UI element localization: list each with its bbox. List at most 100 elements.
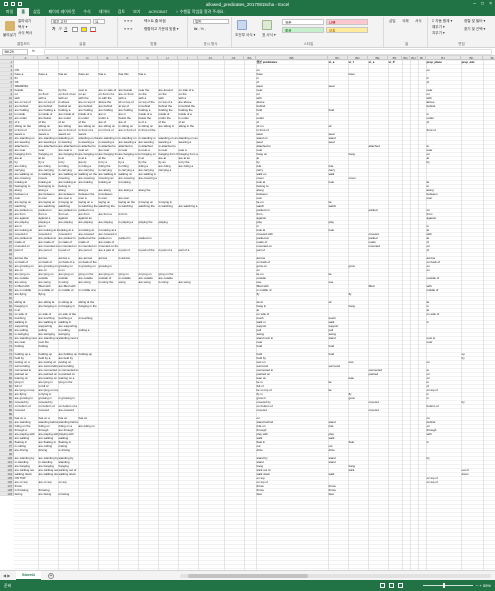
column-header[interactable]: BI [418, 56, 426, 60]
cell[interactable]: are riding on [78, 424, 98, 428]
cell[interactable]: hang [348, 152, 368, 156]
cell[interactable]: are part of [38, 248, 58, 252]
horizontal-scrollbar[interactable] [180, 574, 491, 578]
cell[interactable]: playing [158, 220, 178, 224]
cell[interactable]: are walking down [38, 472, 58, 476]
column-header[interactable]: E [98, 56, 118, 60]
cell[interactable]: part of [256, 248, 328, 252]
cell[interactable]: sit [328, 300, 348, 304]
cell[interactable]: hanging in the [78, 304, 98, 308]
cell[interactable]: wear [328, 84, 348, 88]
cell[interactable]: covered [38, 408, 58, 412]
cell[interactable]: covered [368, 400, 388, 404]
minimize-icon[interactable]: – [473, 1, 476, 7]
cell[interactable]: fly [348, 292, 368, 296]
name-box[interactable]: BK29 [2, 49, 28, 55]
cell[interactable]: by [426, 456, 461, 460]
cell[interactable]: on [426, 360, 461, 364]
font-size-select[interactable]: 11 [93, 19, 105, 24]
cell[interactable]: watch [328, 204, 348, 208]
cell[interactable]: part of [14, 248, 38, 252]
cell[interactable]: parked [368, 208, 388, 212]
cell[interactable]: are sitting in [158, 124, 178, 128]
cell[interactable]: drive [328, 448, 348, 452]
cell[interactable]: is part of a [158, 248, 178, 252]
cell[interactable]: are a part of [98, 248, 118, 252]
cell[interactable]: in [426, 396, 461, 400]
cell[interactable]: walking down [58, 472, 78, 476]
cell[interactable]: are covered [58, 408, 78, 412]
cell[interactable]: lie [328, 388, 348, 392]
cell[interactable]: is part of [118, 248, 138, 252]
ribbon-tab[interactable]: 홈 [17, 8, 30, 16]
cell[interactable]: sit [328, 124, 348, 128]
function-icon[interactable]: fx [32, 49, 35, 53]
column-header[interactable]: D [78, 56, 98, 60]
paste-button[interactable]: 붙여넣기 [3, 33, 16, 38]
cell[interactable]: sitting in the [178, 124, 198, 128]
column-header[interactable]: G [138, 56, 158, 60]
cell[interactable]: in front of the [138, 128, 158, 132]
cell[interactable]: hold [328, 108, 348, 112]
cell[interactable]: is playing a [118, 220, 138, 224]
cell[interactable]: bottom of [426, 404, 461, 408]
cell[interactable]: looking at [98, 180, 118, 184]
cell[interactable]: surround [328, 364, 348, 368]
cell[interactable]: are along a [118, 188, 138, 192]
cell[interactable]: parked on [138, 236, 158, 240]
wrap-text-button[interactable]: 텍스트 줄 바꿈 [144, 19, 166, 24]
cell[interactable]: wear [328, 140, 348, 144]
cell[interactable]: prep_adv [461, 60, 483, 64]
cell[interactable]: along the [138, 188, 158, 192]
ribbon-tab[interactable]: 파일 [2, 8, 17, 16]
cell[interactable]: playing the [138, 220, 158, 224]
column-header[interactable]: BL [483, 56, 495, 60]
cell[interactable]: carrying a [158, 168, 178, 172]
cell[interactable]: fly [256, 292, 328, 296]
cell[interactable]: watching the [138, 204, 158, 208]
column-header[interactable]: B [38, 56, 58, 60]
cell[interactable]: are flying [14, 292, 38, 296]
cell[interactable]: stand [328, 336, 348, 340]
cell[interactable]: lying in the [58, 380, 78, 384]
cell[interactable]: stick [348, 468, 368, 472]
cell[interactable]: wearing a [178, 140, 198, 144]
cell[interactable]: are hanging in [38, 304, 58, 308]
cell[interactable]: with [426, 432, 461, 436]
style-neutral[interactable]: 보통 [326, 27, 368, 33]
cell[interactable]: have an [78, 72, 98, 76]
cell[interactable]: of [426, 248, 461, 252]
ribbon-tab[interactable]: ACROBAT [144, 8, 171, 16]
cell[interactable]: are covering a [138, 176, 158, 180]
cell[interactable]: on top [58, 480, 78, 484]
style-normal[interactable]: 표준 [282, 19, 324, 25]
conditional-format-icon[interactable] [237, 20, 247, 30]
format-cells-button[interactable]: 서식 [415, 19, 422, 24]
cell[interactable]: use [328, 280, 348, 284]
style-good[interactable]: 좋음 [282, 27, 324, 33]
cell[interactable]: is from [118, 212, 138, 216]
bold-icon[interactable]: 가 [52, 27, 55, 32]
cell[interactable]: near [426, 340, 461, 344]
currency-icon[interactable]: ₩ - % , [194, 27, 206, 31]
sheet-tab[interactable]: Sheet1 [16, 571, 42, 580]
cell[interactable]: vt_P [388, 60, 402, 64]
zoom-control[interactable]: ─ + 55% [422, 583, 491, 589]
cell[interactable]: by [461, 400, 483, 404]
worksheet-grid[interactable]: A B C D E F G H I AY AZ BA BB BC BD BE BF BG BH BI BJ BK BL 1 2 3… [0, 56, 495, 570]
cell[interactable]: is facing [58, 492, 78, 496]
cell[interactable]: has on [78, 416, 98, 420]
cell[interactable]: grow [348, 264, 368, 268]
cell[interactable]: in [426, 440, 461, 444]
cell[interactable]: has a [98, 72, 118, 76]
cell[interactable]: parked in [118, 236, 138, 240]
cell[interactable]: down [461, 472, 483, 476]
cell[interactable]: standing next to [58, 336, 78, 340]
cell[interactable]: is touching [78, 316, 98, 320]
ribbon-tab[interactable]: 삽입 [29, 8, 44, 16]
autosum-button[interactable]: Σ 자동 합계 ▾ [432, 19, 452, 24]
page-break-icon[interactable] [398, 582, 403, 588]
add-sheet-button[interactable]: + [48, 572, 54, 579]
cell[interactable]: over [426, 196, 461, 200]
column-header[interactable]: AY [198, 56, 224, 60]
